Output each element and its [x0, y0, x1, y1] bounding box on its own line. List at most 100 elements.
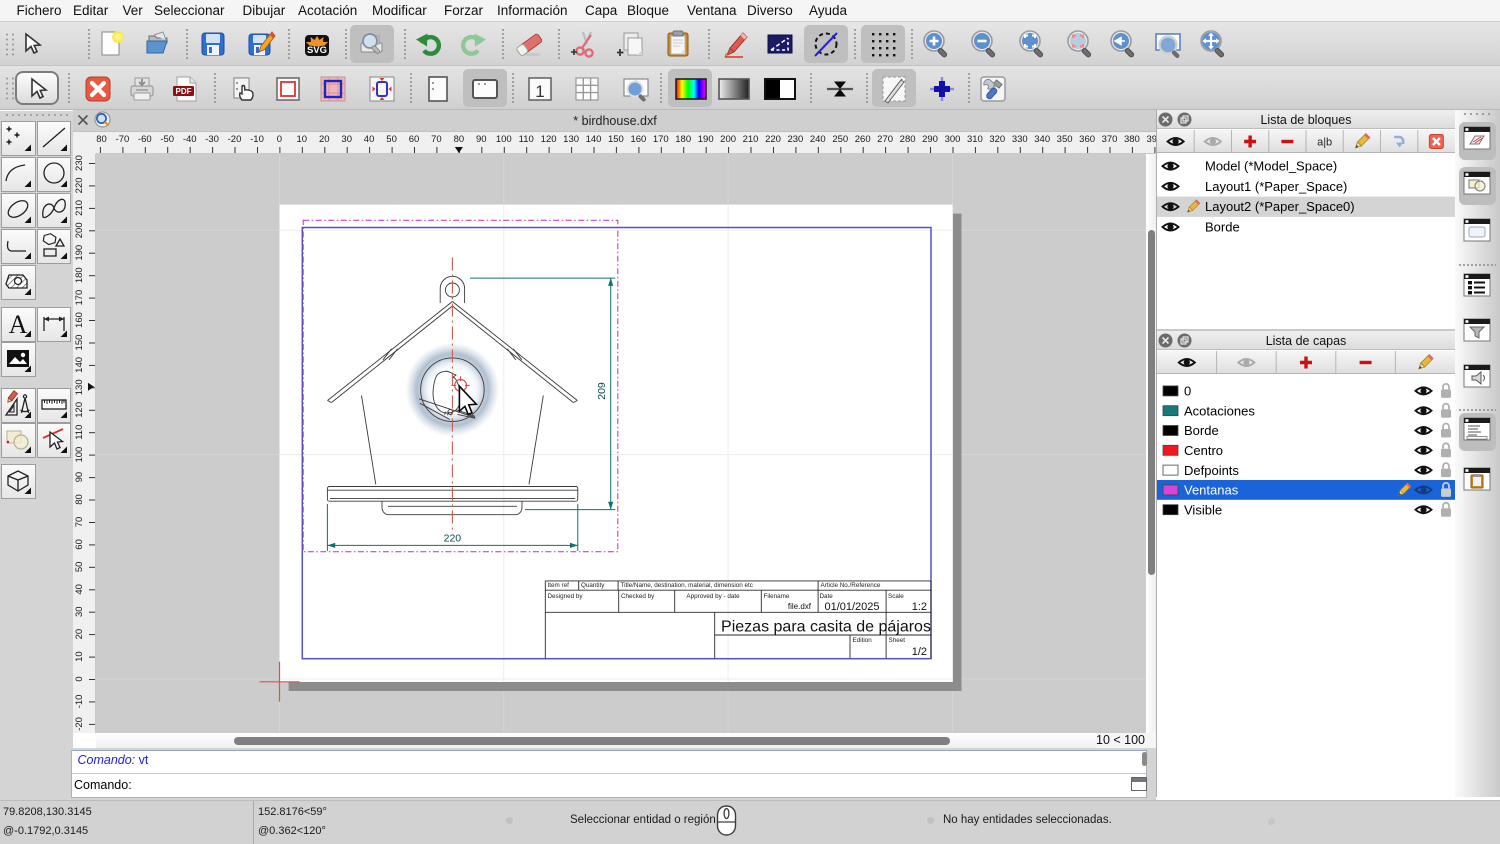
- svg-text:Item ref: Item ref: [548, 582, 570, 589]
- svg-text:-10: -10: [250, 134, 264, 145]
- svg-text:150: 150: [608, 134, 624, 145]
- svg-text:-10: -10: [74, 695, 85, 709]
- svg-text:90: 90: [476, 134, 487, 145]
- svg-text:90: 90: [74, 472, 85, 483]
- svg-text:210: 210: [743, 134, 759, 145]
- svg-text:160: 160: [74, 312, 85, 328]
- svg-text:0: 0: [277, 134, 282, 145]
- svg-text:30: 30: [74, 606, 85, 617]
- svg-text:0: 0: [1184, 383, 1191, 398]
- svg-text:280: 280: [900, 134, 916, 145]
- svg-text:60: 60: [409, 134, 420, 145]
- svg-text:Scale: Scale: [888, 593, 904, 600]
- svg-text:Visible: Visible: [1184, 502, 1222, 517]
- svg-text:70: 70: [74, 517, 85, 528]
- svg-text:220: 220: [444, 533, 462, 545]
- svg-text:-20: -20: [74, 717, 85, 731]
- svg-text:Quantity: Quantity: [581, 582, 605, 589]
- svg-text:01/01/2025: 01/01/2025: [824, 601, 879, 613]
- svg-text:150: 150: [74, 335, 85, 351]
- svg-text:-30: -30: [205, 134, 219, 145]
- svg-text:40: 40: [74, 584, 85, 595]
- svg-text:10: 10: [297, 134, 308, 145]
- svg-text:340: 340: [1034, 134, 1050, 145]
- svg-text:240: 240: [810, 134, 826, 145]
- svg-text:A: A: [9, 310, 28, 339]
- svg-text:110: 110: [519, 134, 534, 145]
- svg-text:100: 100: [496, 134, 512, 145]
- svg-text:Model (*Model_Space): Model (*Model_Space): [1205, 158, 1337, 173]
- svg-text:270: 270: [877, 134, 893, 145]
- svg-text:140: 140: [74, 357, 85, 373]
- svg-text:170: 170: [74, 290, 85, 306]
- svg-text:190: 190: [698, 134, 714, 145]
- svg-text:230: 230: [74, 155, 85, 171]
- svg-text:-40: -40: [183, 134, 197, 145]
- svg-text:Defpoints: Defpoints: [1184, 462, 1239, 477]
- svg-text:1/2: 1/2: [912, 646, 927, 658]
- svg-text:320: 320: [989, 134, 1005, 145]
- svg-text:170: 170: [653, 134, 669, 145]
- svg-text:300: 300: [945, 134, 961, 145]
- svg-text:200: 200: [74, 222, 85, 238]
- svg-text:250: 250: [832, 134, 848, 145]
- svg-text:70: 70: [431, 134, 442, 145]
- svg-text:80: 80: [454, 134, 465, 145]
- svg-text:Borde: Borde: [1205, 219, 1240, 234]
- svg-text:120: 120: [541, 134, 557, 145]
- svg-text:Acotaciones: Acotaciones: [1184, 403, 1255, 418]
- svg-text:60: 60: [74, 539, 85, 550]
- svg-text:Checked by: Checked by: [621, 593, 655, 600]
- svg-text:SVG: SVG: [306, 45, 326, 56]
- svg-text:230: 230: [787, 134, 803, 145]
- svg-text:220: 220: [765, 134, 781, 145]
- svg-text:220: 220: [74, 177, 85, 193]
- svg-text:130: 130: [563, 134, 579, 145]
- svg-text:10: 10: [74, 651, 85, 662]
- svg-text:360: 360: [1079, 134, 1095, 145]
- svg-text:-20: -20: [228, 134, 242, 145]
- svg-text:Piezas para casita de pájaros: Piezas para casita de pájaros: [721, 619, 931, 636]
- svg-text:Sheet: Sheet: [889, 637, 906, 644]
- svg-text:20: 20: [74, 629, 85, 640]
- svg-text:Title/Name, destination, mater: Title/Name, destination, material, dimen…: [621, 582, 753, 589]
- svg-text:1:2: 1:2: [912, 601, 927, 613]
- svg-text:Ventanas: Ventanas: [1184, 482, 1239, 497]
- svg-text:180: 180: [74, 267, 85, 283]
- svg-text:160: 160: [630, 134, 646, 145]
- svg-text:380: 380: [1124, 134, 1140, 145]
- svg-text:-70: -70: [116, 134, 130, 145]
- svg-text:190: 190: [74, 245, 85, 261]
- svg-text:Approved by - date: Approved by - date: [686, 593, 740, 600]
- svg-text:100: 100: [74, 447, 85, 463]
- svg-text:200: 200: [720, 134, 736, 145]
- svg-text:310: 310: [967, 134, 983, 145]
- svg-text:260: 260: [855, 134, 871, 145]
- svg-text:370: 370: [1102, 134, 1118, 145]
- svg-text:a|b: a|b: [1317, 137, 1332, 149]
- svg-text:Layout1 (*Paper_Space): Layout1 (*Paper_Space): [1205, 179, 1347, 194]
- svg-text:330: 330: [1012, 134, 1028, 145]
- svg-text:PDF: PDF: [176, 87, 192, 96]
- svg-text:209: 209: [596, 382, 608, 400]
- svg-text:file.dxf: file.dxf: [788, 602, 812, 611]
- svg-text:120: 120: [74, 402, 85, 418]
- svg-text:110: 110: [74, 425, 85, 440]
- svg-text:50: 50: [386, 134, 397, 145]
- svg-text:140: 140: [586, 134, 602, 145]
- svg-text:210: 210: [74, 200, 85, 216]
- svg-text:Edition: Edition: [853, 637, 873, 644]
- svg-text:350: 350: [1057, 134, 1073, 145]
- svg-text:Date: Date: [820, 593, 834, 600]
- svg-text:80: 80: [74, 494, 85, 505]
- svg-text:30: 30: [341, 134, 352, 145]
- svg-text:0: 0: [74, 676, 85, 681]
- svg-text:Designed by: Designed by: [548, 593, 584, 600]
- svg-text:Filename: Filename: [764, 593, 790, 600]
- svg-text:20: 20: [319, 134, 330, 145]
- svg-text:Layout2 (*Paper_Space0): Layout2 (*Paper_Space0): [1205, 199, 1355, 214]
- svg-text:-80: -80: [96, 134, 107, 145]
- svg-text:50: 50: [74, 562, 85, 573]
- svg-text:-50: -50: [160, 134, 174, 145]
- svg-text:290: 290: [922, 134, 938, 145]
